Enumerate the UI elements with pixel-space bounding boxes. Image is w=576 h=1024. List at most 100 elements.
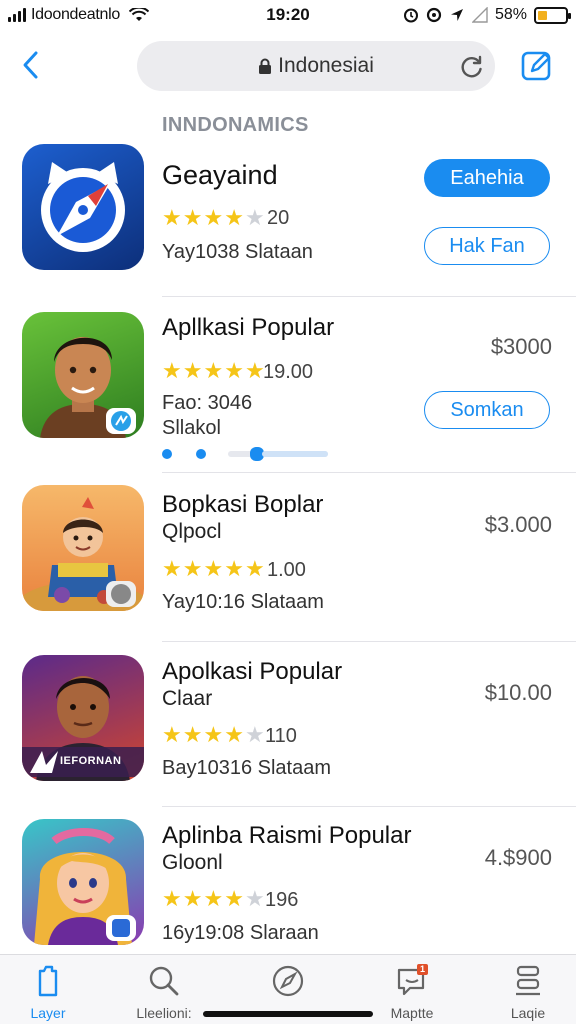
browser-compass-icon[interactable] bbox=[22, 144, 144, 270]
tab-label: Maptte bbox=[390, 1005, 434, 1021]
chevron-left-icon bbox=[23, 51, 38, 79]
compose-icon bbox=[521, 51, 551, 81]
app-meta: Yay1038 Slataan bbox=[162, 241, 313, 263]
navigation-bar: Indonesiai bbox=[0, 38, 576, 94]
cartoon-kid-icon[interactable] bbox=[22, 485, 144, 611]
app-meta: Bay10316 Slataam bbox=[162, 757, 332, 779]
star-rating: ★ ★ ★ ★ ★ bbox=[162, 360, 265, 382]
cellular-signal-icon bbox=[8, 8, 26, 22]
home-indicator[interactable] bbox=[203, 1011, 373, 1017]
star-filled-icon: ★ bbox=[162, 886, 182, 911]
app-price: $3000 bbox=[490, 334, 552, 359]
app-title[interactable]: Apolkasi Popular bbox=[162, 658, 342, 686]
phone-icon bbox=[38, 965, 58, 997]
star-filled-icon: ★ bbox=[224, 556, 244, 581]
search-icon bbox=[149, 966, 179, 996]
star-rating: ★ ★ ★ ★ ★ bbox=[162, 558, 265, 580]
app-title[interactable]: Bopkasi Boplar bbox=[162, 491, 323, 519]
star-filled-icon: ★ bbox=[244, 358, 265, 383]
app-price: 4.$900 bbox=[484, 845, 552, 870]
carrier-name: Idoondeatnlo bbox=[31, 6, 120, 23]
battery-percent: 58% bbox=[494, 6, 527, 23]
rating-value: 110 bbox=[265, 725, 297, 747]
back-button[interactable] bbox=[14, 48, 48, 82]
rating-value: 20 bbox=[267, 207, 290, 229]
app-title[interactable]: Aplinba Raismi Popular bbox=[162, 822, 411, 850]
star-rating: ★ ★ ★ ★ ★ bbox=[162, 724, 265, 746]
tab-library[interactable]: Laqie bbox=[478, 963, 576, 1021]
address-bar[interactable]: Indonesiai bbox=[137, 41, 495, 91]
app-title[interactable]: Geayaind bbox=[162, 160, 278, 191]
app-meta: 16y19:08 Slaraan bbox=[162, 922, 319, 944]
star-filled-icon: ★ bbox=[162, 722, 182, 747]
signal-strength-icon bbox=[471, 7, 488, 23]
app-meta: Yay10:16 Slataam bbox=[162, 591, 324, 613]
secondary-button[interactable]: Hak Fan bbox=[424, 227, 550, 265]
star-filled-icon: ★ bbox=[224, 205, 244, 230]
rating-value: 19.00 bbox=[263, 361, 314, 383]
star-empty-icon: ★ bbox=[244, 205, 265, 230]
star-filled-icon: ★ bbox=[162, 556, 182, 581]
tab-search[interactable]: Lleelioni: bbox=[114, 963, 214, 1021]
lock-icon bbox=[259, 58, 272, 74]
compass-icon bbox=[272, 965, 304, 997]
tab-label: Laqie bbox=[510, 1005, 546, 1021]
star-filled-icon: ★ bbox=[203, 886, 224, 911]
rotation-lock-icon bbox=[426, 7, 442, 23]
app-meta: Sllakol bbox=[162, 417, 221, 439]
reload-icon[interactable] bbox=[459, 54, 485, 80]
divider bbox=[162, 296, 576, 297]
url-text: Indonesiai bbox=[278, 54, 374, 77]
app-subtitle: Qlpocl bbox=[162, 520, 222, 543]
rating-value: 1.00 bbox=[267, 559, 306, 581]
star-filled-icon: ★ bbox=[182, 205, 203, 230]
star-filled-icon: ★ bbox=[182, 556, 203, 581]
star-filled-icon: ★ bbox=[182, 722, 203, 747]
get-button[interactable]: Eahehia bbox=[424, 159, 550, 197]
star-rating: ★ ★ ★ ★ ★ bbox=[162, 888, 265, 910]
icon-caption: IEFORNAN bbox=[60, 755, 122, 767]
cartoon-girl-icon[interactable] bbox=[22, 819, 144, 945]
tab-badge: 1 bbox=[420, 964, 426, 974]
location-icon bbox=[450, 9, 463, 21]
secondary-button[interactable]: Somkan bbox=[424, 391, 550, 429]
divider bbox=[162, 472, 576, 473]
star-empty-icon: ★ bbox=[244, 722, 265, 747]
star-filled-icon: ★ bbox=[162, 358, 182, 383]
star-filled-icon: ★ bbox=[224, 722, 244, 747]
star-filled-icon: ★ bbox=[224, 358, 244, 383]
app-title[interactable]: Apllkasi Popular bbox=[162, 314, 334, 342]
star-filled-icon: ★ bbox=[203, 358, 224, 383]
app-subtitle: Gloonl bbox=[162, 851, 223, 874]
star-filled-icon: ★ bbox=[244, 556, 265, 581]
app-meta: Fao: 3046 bbox=[162, 392, 253, 414]
status-bar: Idoondeatnlo 19:20 58% bbox=[0, 0, 576, 30]
app-price: $10.00 bbox=[484, 680, 552, 705]
battery-icon bbox=[534, 6, 571, 24]
star-filled-icon: ★ bbox=[224, 886, 244, 911]
star-filled-icon: ★ bbox=[203, 722, 224, 747]
tab-explore[interactable] bbox=[238, 963, 338, 1005]
page-indicator[interactable] bbox=[162, 447, 332, 461]
section-title: INNDONAMICS bbox=[162, 114, 309, 136]
rating-value: 196 bbox=[265, 889, 299, 911]
man-portrait-icon[interactable] bbox=[22, 312, 144, 438]
star-filled-icon: ★ bbox=[162, 205, 182, 230]
star-filled-icon: ★ bbox=[182, 886, 203, 911]
wifi-icon bbox=[128, 8, 149, 21]
star-rating: ★ ★ ★ ★ ★ bbox=[162, 207, 265, 229]
alarm-icon bbox=[403, 8, 418, 23]
man-poster-icon[interactable]: IEFORNAN bbox=[22, 655, 144, 781]
app-subtitle: Claar bbox=[162, 687, 213, 710]
tab-label: Lleelioni: bbox=[136, 1005, 192, 1021]
star-filled-icon: ★ bbox=[203, 556, 224, 581]
star-filled-icon: ★ bbox=[182, 358, 203, 383]
tab-messages[interactable]: 1 Maptte bbox=[362, 963, 462, 1021]
tab-layer[interactable]: Layer bbox=[0, 963, 98, 1021]
star-empty-icon: ★ bbox=[244, 886, 265, 911]
app-price: $3.000 bbox=[484, 512, 552, 537]
compose-button[interactable] bbox=[520, 48, 554, 82]
tab-label: Layer bbox=[30, 1005, 66, 1021]
star-filled-icon: ★ bbox=[203, 205, 224, 230]
divider bbox=[162, 641, 576, 642]
